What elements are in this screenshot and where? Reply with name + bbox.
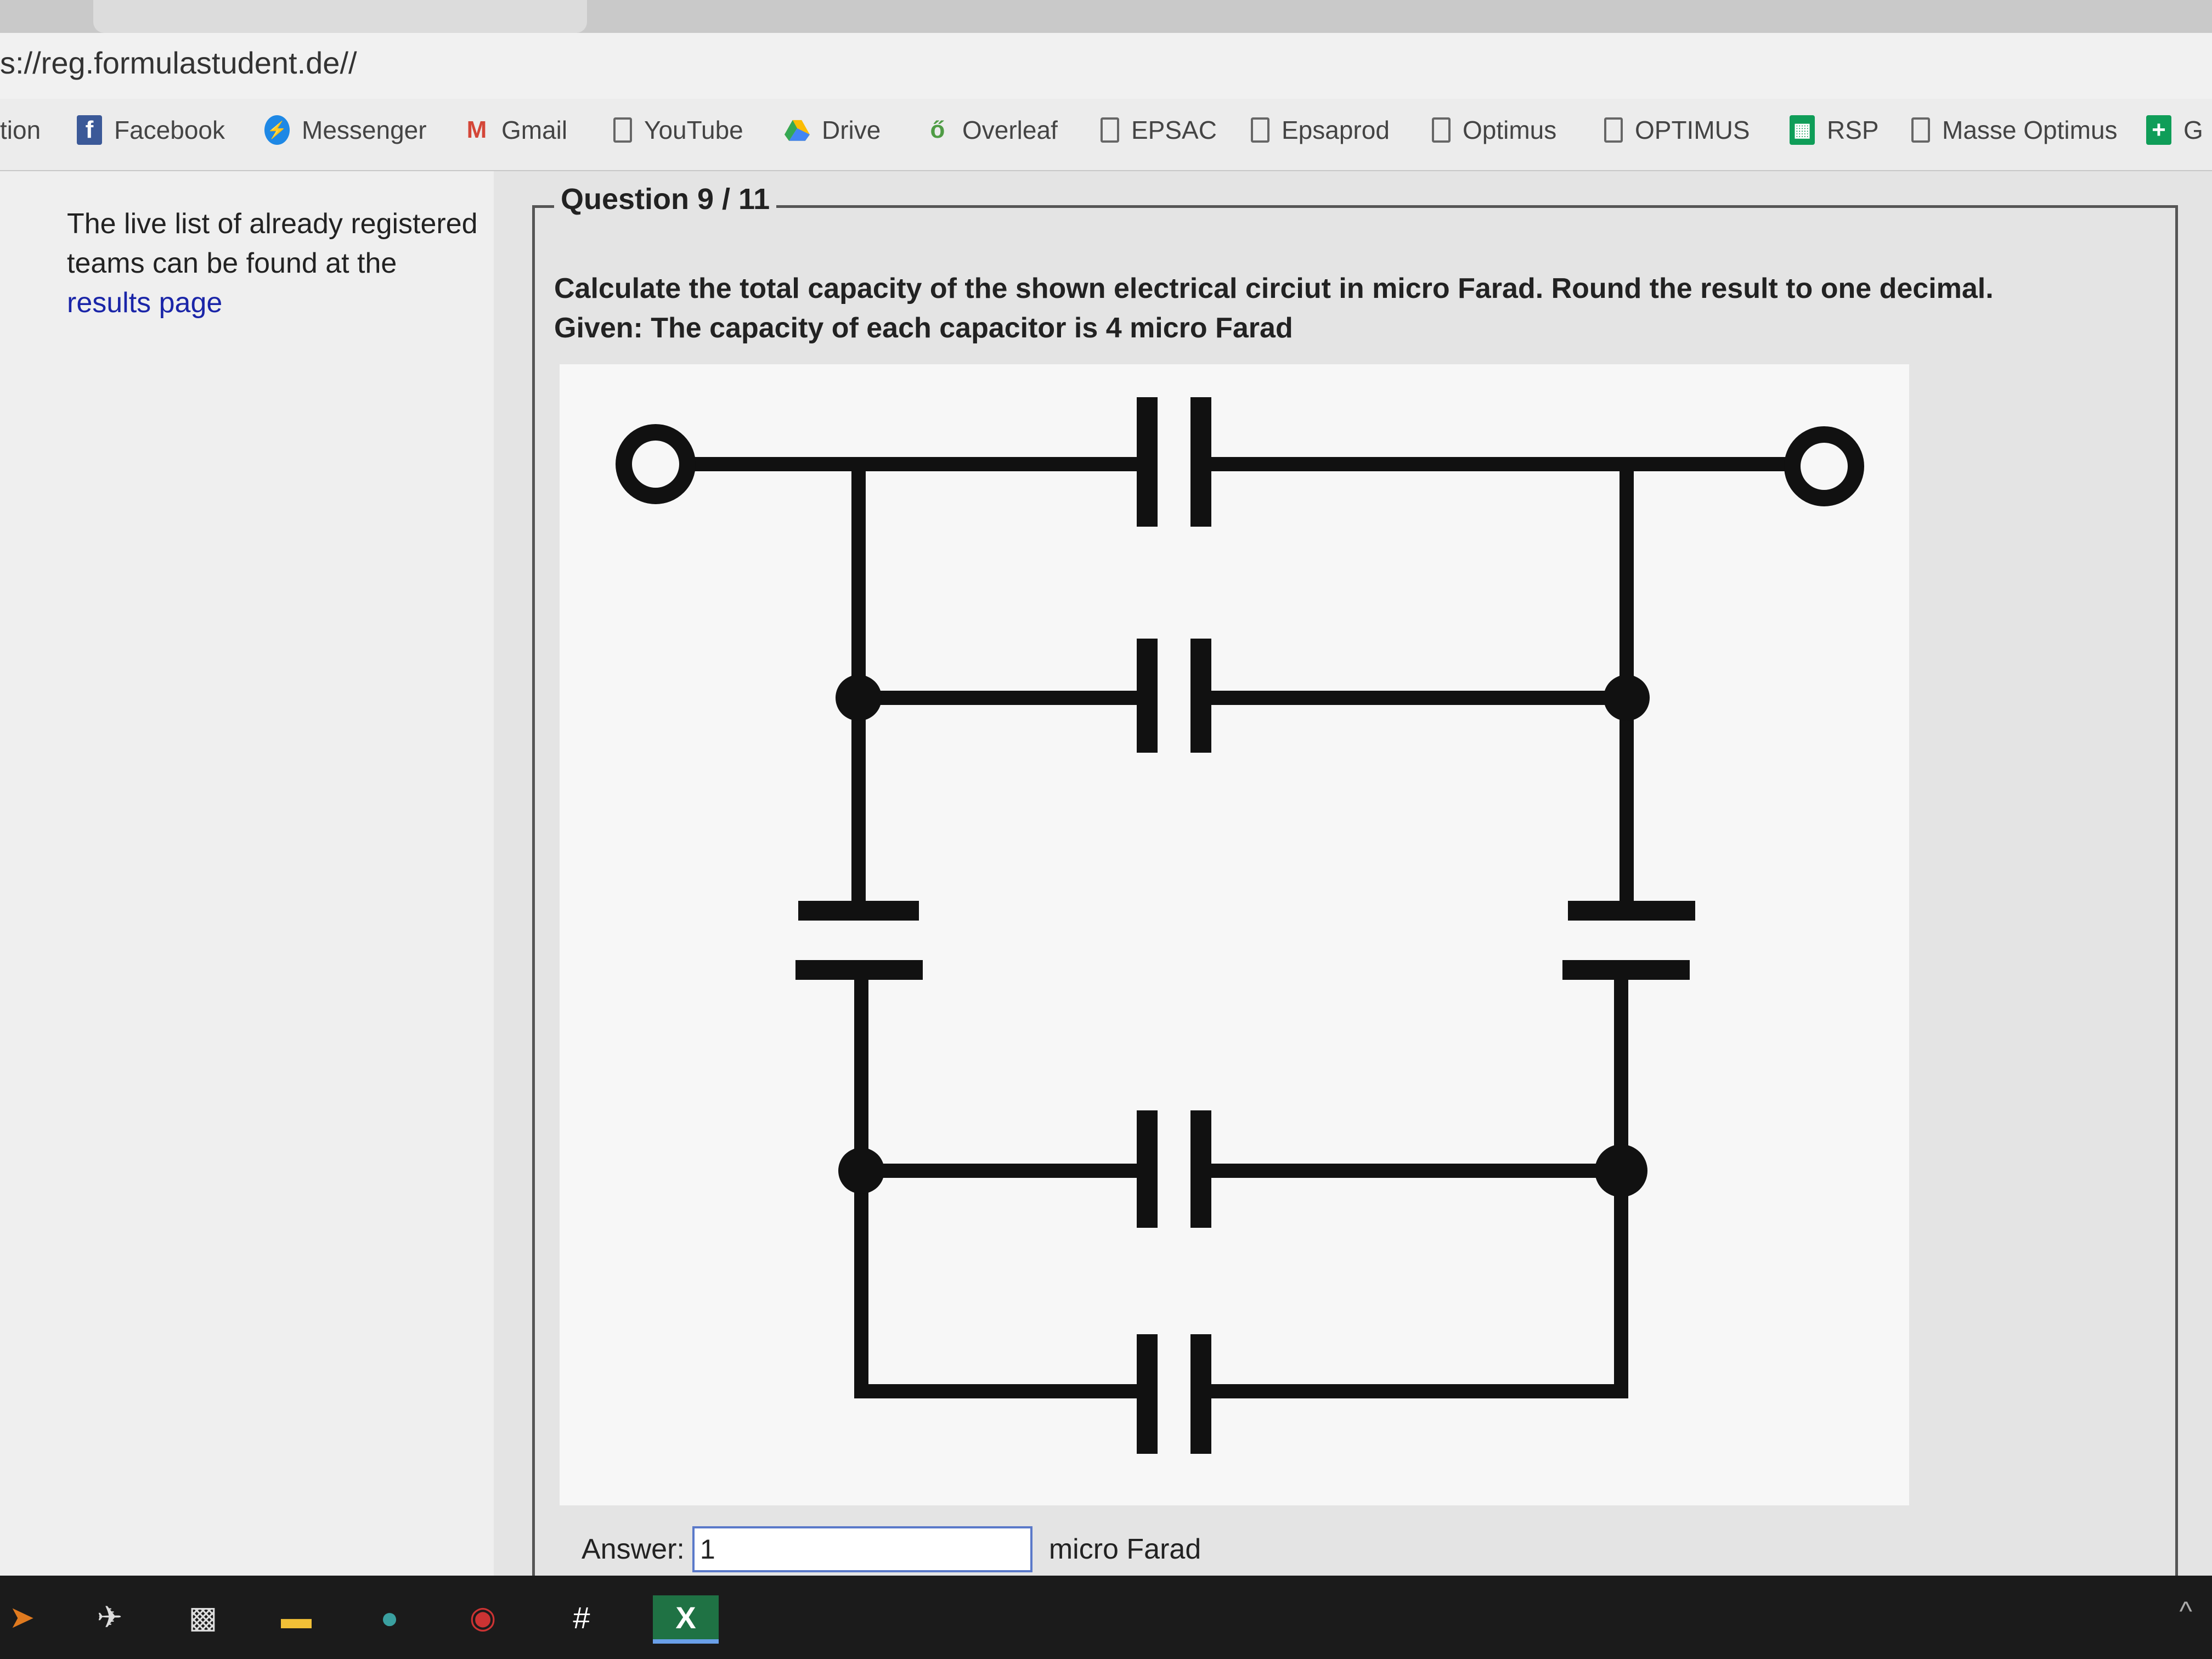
bookmark-optimus-caps[interactable]: OPTIMUS [1604,115,1750,145]
drive-icon [785,115,810,145]
main-content: Question 9 / 11 Calculate the total capa… [494,171,2212,1612]
browser-tab[interactable] [93,0,587,33]
plus-icon: + [2146,115,2171,145]
terminal-right [1784,426,1864,506]
bookmark-masse-optimus[interactable]: Masse Optimus [1911,115,2118,145]
bookmark-label: OPTIMUS [1635,116,1750,144]
results-page-link[interactable]: results page [67,287,222,319]
capacitor-plate [1137,639,1158,753]
messenger-icon: ⚡ [264,115,290,145]
circuit-svg [616,397,1864,1454]
bookmark-label: Gmail [501,116,568,144]
bookmark-epsaprod[interactable]: Epsaprod [1251,115,1390,145]
capacitor-plate [795,960,923,980]
document-icon [1604,117,1623,143]
capacitor-plate [798,901,919,921]
app-icon[interactable]: ● [368,1595,411,1639]
chevron-up-icon[interactable]: ^ [2180,1595,2192,1627]
file-explorer-icon[interactable]: ▬ [274,1595,318,1639]
taskbar: ➤ ✈ ▩ ▬ ● ◉ # X ^ [0,1576,2212,1659]
app-icon[interactable]: ✈ [88,1595,132,1639]
bookmark-overleaf[interactable]: ő Overleaf [925,115,1058,145]
bookmark-label: Optimus [1463,116,1557,144]
question-text: Calculate the total capacity of the show… [554,269,2145,348]
excel-icon-label: X [675,1600,696,1635]
slack-icon[interactable]: # [560,1595,603,1639]
document-icon [613,117,632,143]
bookmark-messenger[interactable]: ⚡ Messenger [264,115,427,145]
junction-node [1595,1144,1647,1197]
bookmark-label: Masse Optimus [1942,116,2118,144]
capacitor-plate [1562,960,1690,980]
capacitor-plate [1137,1110,1158,1228]
photo-app-icon[interactable]: ▩ [181,1595,225,1639]
answer-unit: micro Farad [1048,1533,1201,1565]
bookmark-label: Overleaf [962,116,1058,144]
bookmark-label: RSP [1827,116,1879,144]
capacitor-plate [1190,1110,1211,1228]
bookmarks-bar: tion f Facebook ⚡ Messenger M Gmail YouT… [0,99,2212,171]
bookmark-label: G [2183,116,2203,144]
circuit-diagram [560,364,1909,1505]
registered-teams-note: The live list of already registered team… [67,204,495,323]
excel-icon[interactable]: X [653,1595,719,1644]
terminal-left [616,424,696,504]
overleaf-icon: ő [930,116,945,143]
answer-input[interactable] [692,1526,1032,1572]
question-instruction: Calculate the total capacity of the show… [554,273,1994,304]
bookmark-drive[interactable]: Drive [785,115,881,145]
capacitor-plate [1137,397,1158,527]
sidebar-text: The live list of already registered team… [67,208,478,279]
bookmark-youtube[interactable]: YouTube [613,115,743,145]
bookmark-label: tion [0,116,41,144]
document-icon [1911,117,1930,143]
bookmark-tion[interactable]: tion [0,115,41,145]
question-counter: Question 9 / 11 [554,182,777,216]
capacitor-plate [1568,901,1695,921]
bookmark-optimus[interactable]: Optimus [1432,115,1556,145]
junction-node [838,1148,884,1194]
bookmark-epsac[interactable]: EPSAC [1101,115,1217,145]
bookmark-label: Facebook [114,116,225,144]
junction-node [1604,675,1650,721]
app-icon[interactable]: ➤ [0,1595,44,1639]
capacitor-plate [1190,639,1211,753]
left-sidebar: The live list of already registered team… [0,171,494,1576]
capacitor-plate [1190,1334,1211,1454]
camera-icon[interactable]: ◉ [461,1595,505,1639]
url-text[interactable]: s://reg.formulastudent.de// [0,45,357,81]
question-given: Given: The capacity of each capacitor is… [554,312,1293,344]
bookmark-label: Epsaprod [1282,116,1390,144]
capacitor-plate [1190,397,1211,527]
capacitor-plate [1137,1334,1158,1454]
bookmark-label: YouTube [644,116,743,144]
junction-node [836,675,882,721]
answer-label: Answer: [582,1533,685,1565]
bookmark-rsp[interactable]: ▦ RSP [1790,115,1879,145]
bookmark-g[interactable]: + G [2146,115,2203,145]
facebook-icon: f [77,115,102,145]
bookmark-label: Drive [822,116,881,144]
document-icon [1432,117,1451,143]
bookmark-facebook[interactable]: f Facebook [77,115,225,145]
document-icon [1101,117,1119,143]
address-bar[interactable]: s://reg.formulastudent.de// [0,33,2212,99]
document-icon [1251,117,1269,143]
gmail-icon: M [466,116,487,143]
bookmark-label: EPSAC [1131,116,1217,144]
bookmark-gmail[interactable]: M Gmail [464,115,567,145]
bookmark-label: Messenger [302,116,427,144]
tab-strip [0,0,2212,33]
answer-row: Answer: micro Farad [582,1526,1201,1572]
sheets-icon: ▦ [1790,115,1815,145]
